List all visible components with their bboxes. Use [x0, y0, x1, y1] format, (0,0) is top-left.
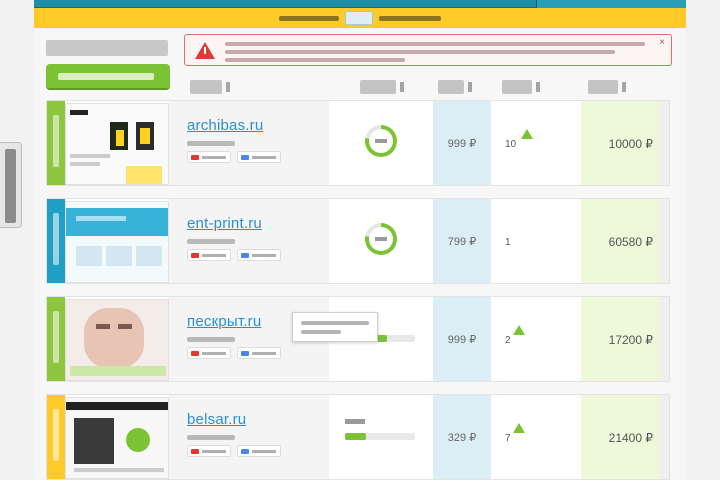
status-label: [53, 213, 59, 265]
status-stripe: [47, 199, 65, 283]
rating-cell: [329, 199, 433, 283]
yandex-badge[interactable]: [187, 347, 231, 359]
google-badge[interactable]: [237, 249, 281, 261]
site-thumbnail[interactable]: [65, 397, 169, 479]
row-scroll-edge: [659, 395, 669, 479]
yandex-badge[interactable]: [187, 151, 231, 163]
price-cell: 799 ₽: [433, 199, 491, 283]
sort-icon[interactable]: [400, 82, 404, 92]
site-thumbnail[interactable]: [65, 299, 169, 381]
up-arrow-icon: [513, 423, 525, 433]
site-domain-link[interactable]: belsar.ru: [187, 411, 246, 428]
table-row[interactable]: ent-print.ru 799 ₽ 1 60580 ₽: [46, 198, 670, 284]
status-stripe: [47, 395, 65, 479]
sort-icon[interactable]: [468, 82, 472, 92]
status-label: [53, 115, 59, 167]
price-value: 329 ₽: [447, 432, 477, 444]
status-label: [53, 409, 59, 461]
site-thumbnail[interactable]: [65, 201, 169, 283]
close-icon[interactable]: ×: [659, 37, 665, 48]
sales-value: 10: [505, 139, 517, 150]
feedback-side-tab-label: [5, 149, 16, 223]
site-thumbnail[interactable]: [65, 103, 169, 185]
table-row[interactable]: archibas.ru 999 ₽ 10 10000 ₽: [46, 100, 670, 186]
alert-text-line-2: [225, 50, 615, 54]
row-scroll-edge: [659, 297, 669, 381]
column-header-income[interactable]: [588, 80, 618, 94]
site-subtitle: [187, 337, 235, 342]
site-subtitle: [187, 239, 235, 244]
site-subtitle: [187, 435, 235, 440]
status-stripe: [47, 101, 65, 185]
rating-ring-icon: [365, 125, 397, 157]
row-scroll-edge: [659, 199, 669, 283]
sort-icon[interactable]: [622, 82, 626, 92]
income-cell: 10000 ₽: [581, 101, 659, 185]
column-header-price[interactable]: [438, 80, 464, 94]
alert-text-line-3: [225, 58, 405, 62]
price-value: 799 ₽: [447, 236, 477, 248]
top-navigation-bar: [34, 0, 686, 8]
sort-icon[interactable]: [536, 82, 540, 92]
rating-ring-icon: [365, 223, 397, 255]
table-row[interactable]: belsar.ru 329 ₽ 7 21400 ₽: [46, 394, 670, 480]
income-value: 17200 ₽: [608, 333, 653, 347]
column-header-site[interactable]: [190, 80, 222, 94]
rating-percent-label: [345, 419, 365, 424]
yandex-badge[interactable]: [187, 249, 231, 261]
add-site-button-label: [58, 73, 154, 80]
site-domain-link[interactable]: пескрыт.ru: [187, 313, 261, 330]
price-cell: 329 ₽: [433, 395, 491, 479]
top-bar-account-segment[interactable]: [536, 0, 686, 8]
brand-logo[interactable]: [345, 11, 373, 25]
site-domain-link[interactable]: ent-print.ru: [187, 215, 262, 232]
sales-cell: 2: [491, 297, 581, 381]
column-header-sales[interactable]: [502, 80, 532, 94]
rating-cell: [329, 395, 433, 479]
site-subtitle: [187, 141, 235, 146]
alert-text-line-1: [225, 42, 645, 46]
sales-value: 2: [505, 335, 511, 346]
promo-text-right: [379, 15, 441, 21]
price-cell: 999 ₽: [433, 297, 491, 381]
rating-progress-fill: [345, 433, 366, 440]
status-stripe: [47, 297, 65, 381]
income-cell: 60580 ₽: [581, 199, 659, 283]
price-value: 999 ₽: [447, 334, 477, 346]
feedback-side-tab[interactable]: [0, 142, 22, 228]
sales-cell: 1: [491, 199, 581, 283]
status-label: [53, 311, 59, 363]
site-domain-link[interactable]: archibas.ru: [187, 117, 263, 134]
sales-value: 1: [505, 237, 511, 248]
sort-icon[interactable]: [226, 82, 230, 92]
sales-value: 7: [505, 433, 511, 444]
income-value: 10000 ₽: [608, 137, 653, 151]
row-scroll-edge: [659, 101, 669, 185]
promo-text-left: [279, 15, 339, 21]
income-value: 21400 ₽: [608, 431, 653, 445]
warning-alert: ×: [184, 34, 672, 66]
sites-panel: × archibas.ru 999 ₽ 10 10000 ₽ ent-print…: [34, 28, 686, 480]
rating-progress-bar: [345, 433, 415, 440]
column-header-rating[interactable]: [360, 80, 396, 94]
sales-cell: 10: [491, 101, 581, 185]
income-value: 60580 ₽: [608, 235, 653, 249]
yandex-badge[interactable]: [187, 445, 231, 457]
up-arrow-icon: [521, 129, 533, 139]
price-cell: 999 ₽: [433, 101, 491, 185]
google-badge[interactable]: [237, 347, 281, 359]
warning-triangle-icon: [195, 42, 215, 59]
up-arrow-icon: [513, 325, 525, 335]
tooltip: [292, 312, 378, 342]
rating-cell: [329, 101, 433, 185]
add-site-button[interactable]: [46, 64, 170, 90]
price-value: 999 ₽: [447, 138, 477, 150]
sales-cell: 7: [491, 395, 581, 479]
income-cell: 17200 ₽: [581, 297, 659, 381]
my-sites-title: [46, 40, 168, 56]
google-badge[interactable]: [237, 445, 281, 457]
yellow-promo-bar: [34, 8, 686, 28]
google-badge[interactable]: [237, 151, 281, 163]
income-cell: 21400 ₽: [581, 395, 659, 479]
